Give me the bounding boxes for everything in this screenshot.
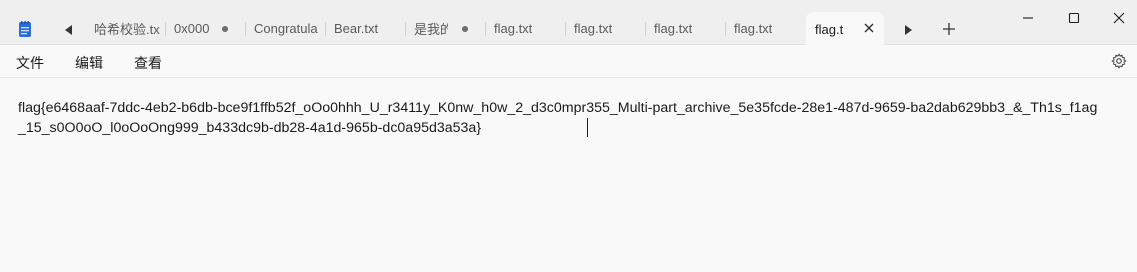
tab-2[interactable]: 0x000 <box>166 12 246 45</box>
close-icon[interactable] <box>862 21 876 35</box>
tab-active[interactable]: flag.t <box>806 12 884 46</box>
tab-7[interactable]: flag.txt <box>566 12 646 45</box>
tab-label: 是我的 <box>414 22 448 37</box>
menu-file[interactable]: 文件 <box>16 53 44 73</box>
text-editor[interactable]: flag{e6468aaf-7ddc-4eb2-b6db-bce9f1ffb52… <box>0 79 1137 272</box>
chevron-left-icon <box>64 25 72 35</box>
editor-content[interactable]: flag{e6468aaf-7ddc-4eb2-b6db-bce9f1ffb52… <box>18 98 1098 138</box>
gear-icon[interactable] <box>1111 53 1127 69</box>
tab-label: flag.txt <box>574 21 613 36</box>
maximize-icon <box>1068 12 1080 24</box>
minimize-icon <box>1023 17 1033 19</box>
unsaved-dot-icon <box>462 26 468 32</box>
tab-label: 哈希校验.tx <box>94 22 160 37</box>
notepad-icon <box>16 20 34 38</box>
tab-5[interactable]: 是我的 <box>406 12 486 45</box>
menu-bar: 文件 编辑 查看 <box>0 46 1137 78</box>
close-icon <box>1113 12 1125 24</box>
tab-label: Bear.txt <box>334 21 379 36</box>
plus-icon[interactable] <box>940 20 958 38</box>
tab-scroll-left-button[interactable] <box>58 21 78 39</box>
close-window-button[interactable] <box>1096 0 1137 36</box>
menu-view[interactable]: 查看 <box>134 53 162 73</box>
tab-label: 0x000 <box>174 21 210 36</box>
tab-4[interactable]: Bear.txt <box>326 12 406 45</box>
tab-label: Congratula <box>254 21 318 36</box>
tab-6[interactable]: flag.txt <box>486 12 566 45</box>
chevron-right-icon <box>904 25 912 35</box>
tab-label: flag.t <box>815 21 844 37</box>
tab-1[interactable]: 哈希校验.tx <box>86 12 166 45</box>
maximize-button[interactable] <box>1051 0 1097 36</box>
tab-3[interactable]: Congratula <box>246 12 326 45</box>
menu-edit[interactable]: 编辑 <box>75 53 103 73</box>
unsaved-dot-icon <box>222 26 228 32</box>
tab-label: flag.txt <box>494 21 533 36</box>
text-caret <box>587 118 588 137</box>
title-bar: 哈希校验.tx 0x000 Congratula Bear.txt 是我的 fl… <box>0 0 1137 46</box>
tab-9[interactable]: flag.txt <box>726 12 806 45</box>
tab-label: flag.txt <box>734 21 773 36</box>
minimize-button[interactable] <box>1005 0 1051 36</box>
tab-8[interactable]: flag.txt <box>646 12 726 45</box>
tab-scroll-right-button[interactable] <box>898 21 918 39</box>
tab-label: flag.txt <box>654 21 693 36</box>
